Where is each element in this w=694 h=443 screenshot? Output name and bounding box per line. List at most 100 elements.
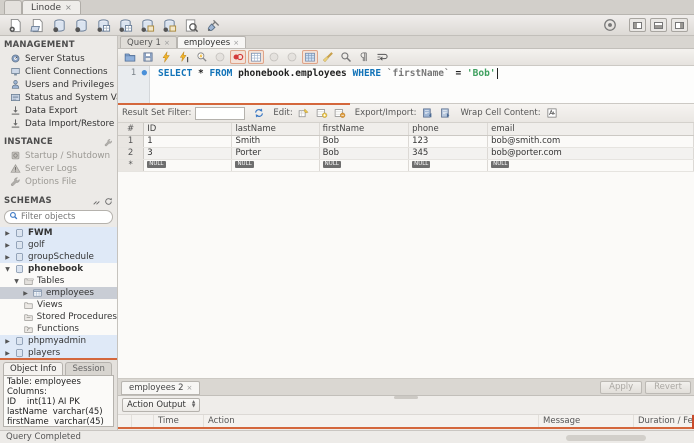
column-header-email[interactable]: email [487,123,694,136]
chevron-right-icon[interactable]: ▶ [4,254,11,261]
export-file-icon[interactable] [420,106,435,120]
sidebar-item-options-file[interactable]: Options File [0,175,117,188]
chevron-right-icon[interactable]: ▶ [4,350,11,357]
column-header-lastname[interactable]: lastName [231,123,320,136]
horizontal-scrollbar[interactable] [566,435,646,441]
splitter-handle[interactable] [394,396,418,399]
schema-tree-item-employees[interactable]: ▶ employees [0,287,117,299]
table-cell[interactable]: Porter [231,147,320,160]
toggle-left-panel-button[interactable] [629,18,646,32]
edit-pencil-icon[interactable] [297,106,312,120]
output-column-duration-fetch[interactable]: Duration / Fetch [634,415,694,427]
column-header-phone[interactable]: phone [408,123,489,136]
output-selector[interactable]: Action Output ▲ ▼ [122,398,201,412]
open-script-button[interactable] [122,50,138,64]
schema-tree-item-phonebook[interactable]: ▼ phonebook [0,263,117,275]
sidebar-item-client-connections[interactable]: Client Connections [0,65,117,78]
beautify-button[interactable] [320,50,336,64]
explain-button[interactable] [194,50,210,64]
expand-arrows-icon[interactable] [92,197,101,206]
column-header-num[interactable]: # [118,123,145,136]
sidebar-item-server-status[interactable]: Server Status [0,52,117,65]
chevron-right-icon[interactable]: ▶ [22,290,29,297]
table-row[interactable]: 1 1 Smith Bob 123 bob@smith.com [118,135,694,148]
sidebar-item-startup-shutdown[interactable]: Startup / Shutdown [0,149,117,162]
execute-current-button[interactable] [176,50,192,64]
home-tab[interactable] [4,0,29,24]
new-query-tab-button[interactable] [6,17,24,34]
create-procedure-button[interactable] [116,17,134,34]
result-grid[interactable]: # ID lastName firstName phone email 1 1 Smith Bob… [118,123,694,172]
sidebar-item-data-export[interactable]: Data Export [0,104,117,117]
chevron-down-icon[interactable]: ▼ [13,278,20,285]
open-script-button[interactable] [28,17,46,34]
sidebar-item-server-logs[interactable]: Server Logs [0,162,117,175]
sidebar-item-users-and-privileges[interactable]: Users and Privileges [0,78,117,91]
row-add-icon[interactable] [315,106,330,120]
table-cell[interactable]: NULL [319,159,410,172]
schema-tree-item-phpmyadmin[interactable]: ▶ phpmyadmin [0,335,117,347]
output-column-message[interactable]: Message [539,415,634,427]
result-filter-input[interactable] [195,106,246,120]
close-icon[interactable]: × [187,384,193,392]
sidebar-item-data-import-restore[interactable]: Data Import/Restore [0,117,117,130]
help-circle-icon[interactable] [603,18,617,32]
table-cell[interactable]: 1 [143,135,233,148]
schema-tree-item-groupschedule[interactable]: ▶ groupSchedule [0,251,117,263]
close-icon[interactable]: × [164,39,170,47]
schema-filter-input[interactable] [21,212,108,222]
create-trigger-button[interactable] [160,17,178,34]
search-table-data-button[interactable] [182,17,200,34]
sql-code-line[interactable]: SELECT * FROM phonebook.employees WHERE … [150,66,694,103]
reconnect-dbms-button[interactable] [204,17,222,34]
schema-tree-item-stored-procedures[interactable]: Stored Procedures [0,311,117,323]
wrap-text-button[interactable] [374,50,390,64]
execute-button[interactable] [158,50,174,64]
sidebar-item-status-and-system-variables[interactable]: Status and System Variables [0,91,117,104]
table-row[interactable]: 2 3 Porter Bob 345 bob@porter.com [118,147,694,160]
connection-tab-linode[interactable]: Linode × [22,0,81,14]
find-button[interactable] [338,50,354,64]
sql-editor[interactable]: 1 ● SELECT * FROM phonebook.employees WH… [118,66,694,105]
create-table-button[interactable] [72,17,90,34]
table-cell[interactable]: NULL [231,159,320,172]
table-cell[interactable]: 345 [408,147,489,160]
table-cell[interactable]: 3 [143,147,233,160]
create-view-button[interactable] [94,17,112,34]
table-cell[interactable]: Bob [319,147,410,160]
table-cell[interactable]: NULL [408,159,489,172]
create-function-button[interactable] [138,17,156,34]
refresh-schemas-icon[interactable] [104,197,113,206]
column-header-firstname[interactable]: firstName [319,123,410,136]
schema-tree-item-fwm[interactable]: ▶ FWM [0,227,117,239]
toggle-stop-on-error-button[interactable] [230,50,246,64]
object-info-tab-object-info[interactable]: Object Info [3,362,64,375]
schema-filter[interactable] [4,210,113,224]
output-column-icon[interactable] [132,415,154,427]
apply-button[interactable]: Apply [600,380,643,394]
close-icon[interactable]: × [233,39,239,47]
row-delete-icon[interactable] [333,106,348,120]
revert-button[interactable]: Revert [645,380,691,394]
limit-rows-button[interactable] [248,50,264,64]
schema-tree-item-tables[interactable]: ▼ Tables [0,275,117,287]
table-cell[interactable]: 123 [408,135,489,148]
wrench-icon[interactable] [104,138,113,147]
toggle-autocommit-button[interactable] [302,50,318,64]
close-icon[interactable]: × [65,3,72,12]
chevron-right-icon[interactable]: ▶ [4,338,11,345]
wrap-cell-icon[interactable] [545,106,560,120]
table-cell[interactable]: NULL [143,159,233,172]
schema-tree-item-views[interactable]: Views [0,299,117,311]
query-tab-query-1[interactable]: Query 1 × [120,36,177,48]
column-header-id[interactable]: ID [143,123,233,136]
chevron-right-icon[interactable]: ▶ [4,242,11,249]
refresh-icon[interactable] [251,106,266,120]
object-info-tab-session[interactable]: Session [65,362,112,375]
result-tab-employees2[interactable]: employees 2 × [121,381,201,395]
table-null-row[interactable]: * NULL NULL NULL NULL NULL [118,159,694,172]
table-cell[interactable]: NULL [487,159,694,172]
chevron-down-icon[interactable]: ▼ [4,266,11,273]
table-cell[interactable]: Smith [231,135,320,148]
toggle-right-panel-button[interactable] [671,18,688,32]
